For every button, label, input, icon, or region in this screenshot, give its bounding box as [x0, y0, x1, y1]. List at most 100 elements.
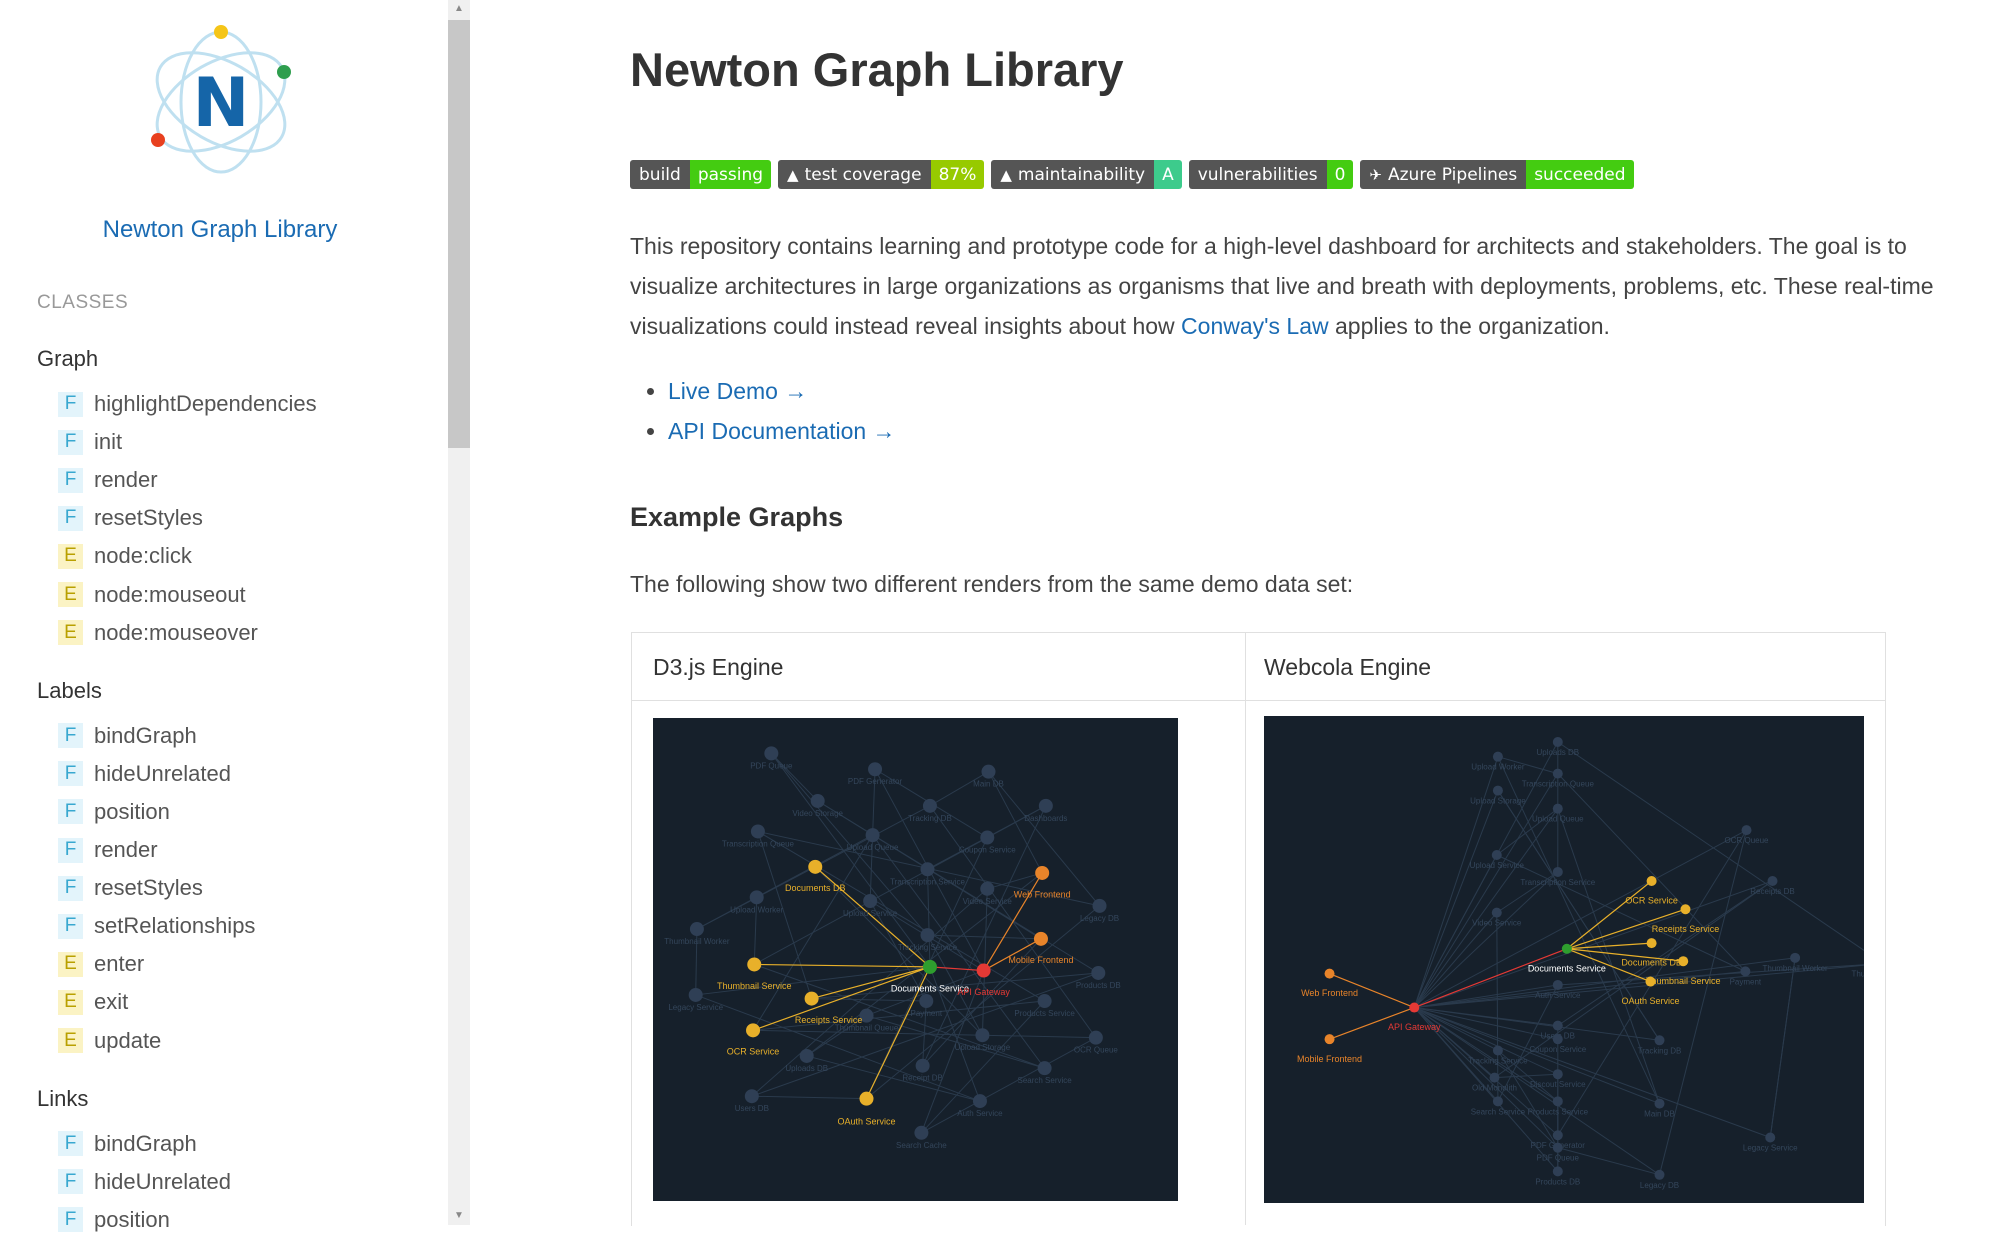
badge-label-text: build — [639, 164, 681, 185]
highlight-node-label: Thumbnail Service — [717, 981, 792, 991]
nav-group-links[interactable]: Links — [37, 1086, 88, 1112]
list-item: Live Demo → — [668, 371, 896, 411]
nav-item-bindgraph[interactable]: FbindGraph — [58, 1129, 197, 1159]
dim-node — [1492, 751, 1503, 762]
dim-node-label: Upload Worker — [1471, 763, 1525, 772]
highlight-node — [1033, 931, 1048, 946]
nav-item-label: bindGraph — [94, 722, 197, 748]
nav-item-label: exit — [94, 989, 129, 1015]
badge-row: build passing ▲ test coverage 87% ▲ maintainab… — [630, 160, 1641, 189]
nav-item-bindgraph[interactable]: FbindGraph — [58, 721, 197, 751]
nav-item-node-click[interactable]: Enode:click — [58, 541, 192, 571]
dim-node — [1552, 1096, 1563, 1107]
dim-node-label: Thumbnail Worker — [1762, 964, 1828, 973]
codeclimate-icon: ▲ — [1000, 165, 1012, 184]
dim-node — [1767, 875, 1778, 886]
dim-node — [810, 793, 825, 808]
dim-node — [920, 928, 935, 943]
badge-maintainability[interactable]: ▲ maintainability A — [991, 160, 1182, 189]
dim-node-label: Tracking DB — [1638, 1046, 1682, 1055]
dim-node-label: Products Service — [1528, 1107, 1589, 1116]
dim-node-label: Dashboards — [1024, 814, 1067, 823]
sidebar: N Newton Graph Library CLASSES Graph Fhig… — [0, 0, 448, 1233]
dim-node — [1489, 1072, 1500, 1083]
nav-item-position[interactable]: Fposition — [58, 1205, 170, 1235]
nav-item-init[interactable]: Finit — [58, 427, 122, 457]
highlight-node — [746, 1023, 761, 1038]
nav-item-label: bindGraph — [94, 1130, 197, 1156]
dim-node-label: Upload Queue — [847, 843, 899, 852]
nav-item-hideunrelated[interactable]: FhideUnrelated — [58, 1167, 231, 1197]
function-kind-icon: F — [58, 1207, 83, 1233]
nav-item-label: hideUnrelated — [94, 1168, 231, 1194]
dim-node — [1790, 952, 1801, 963]
dim-node — [1037, 994, 1052, 1009]
badge-value: 0 — [1326, 160, 1354, 189]
d3-graph-image[interactable]: PDF Queue PDF Generator Main DB Video Stora… — [653, 718, 1178, 1201]
brand-link[interactable]: Newton Graph Library — [0, 216, 440, 244]
nav-item-node-mouseover[interactable]: Enode:mouseover — [58, 618, 258, 648]
function-kind-icon: F — [58, 913, 83, 939]
function-kind-icon: F — [58, 467, 83, 493]
scroll-up-arrow-icon[interactable]: ▲ — [448, 0, 470, 18]
nav-item-resetstyles[interactable]: FresetStyles — [58, 873, 203, 903]
nav-item-position[interactable]: Fposition — [58, 797, 170, 827]
classes-section-label: CLASSES — [37, 292, 129, 313]
dim-node — [1037, 1061, 1052, 1076]
dim-node — [1654, 1098, 1665, 1109]
dim-node-label: Upload Service — [843, 909, 898, 918]
dim-node — [1552, 1142, 1563, 1153]
nav-group-labels[interactable]: Labels — [37, 678, 102, 704]
nav-item-render[interactable]: Frender — [58, 835, 158, 865]
scrollbar-thumb[interactable] — [448, 20, 470, 448]
intro-paragraph: This repository contains learning and pr… — [630, 226, 1985, 346]
dim-node-label: Discout Service — [1530, 1080, 1586, 1089]
nav-item-hideunrelated[interactable]: FhideUnrelated — [58, 759, 231, 789]
dim-node — [1552, 1020, 1563, 1031]
dim-node — [863, 894, 878, 908]
webcola-graph-image[interactable]: Upload Worker Uploads DB Transcription Que… — [1264, 716, 1864, 1203]
highlight-node — [808, 859, 823, 874]
badge-vulnerabilities[interactable]: vulnerabilities 0 — [1188, 160, 1354, 189]
dim-node-label: Thumbnail Queue — [835, 1024, 899, 1033]
nav-item-node-mouseout[interactable]: Enode:mouseout — [58, 580, 246, 610]
highlight-node-label: OCR Service — [1625, 896, 1678, 906]
nav-item-enter[interactable]: Eenter — [58, 949, 144, 979]
badge-build[interactable]: build passing — [630, 160, 772, 189]
dim-node-label: Payment — [1730, 977, 1762, 986]
scroll-down-arrow-icon[interactable]: ▼ — [448, 1207, 470, 1225]
dim-node — [1552, 1130, 1563, 1141]
dim-node-label: Old Monolith — [1472, 1084, 1517, 1093]
dim-node-label: OCR Queue — [1074, 1046, 1119, 1055]
dim-node-label: Users DB — [735, 1104, 769, 1113]
highlight-node-label: OAuth Service — [837, 1116, 895, 1126]
highlight-edge — [929, 966, 984, 972]
nav-item-highlightdependencies[interactable]: FhighlightDependencies — [58, 389, 317, 419]
nav-item-render[interactable]: Frender — [58, 465, 158, 495]
live-demo-link[interactable]: Live Demo → — [668, 378, 807, 404]
dim-edge — [751, 1095, 867, 1100]
page-title: Newton Graph Library — [630, 43, 1124, 96]
dim-edge — [929, 771, 989, 807]
badge-test-coverage[interactable]: ▲ test coverage 87% — [778, 160, 985, 189]
highlight-node — [922, 959, 937, 974]
dim-node — [980, 881, 995, 896]
conways-law-link[interactable]: Conway's Law — [1181, 313, 1329, 339]
nav-item-setrelationships[interactable]: FsetRelationships — [58, 911, 255, 941]
dim-node-label: Payment — [910, 1009, 942, 1018]
badge-azure-pipelines[interactable]: ✈ Azure Pipelines succeeded — [1360, 160, 1634, 189]
highlight-node-label: API Gateway — [957, 987, 1010, 997]
api-documentation-link[interactable]: API Documentation → — [668, 418, 896, 444]
dim-node — [1088, 1030, 1103, 1045]
newton-logo[interactable]: N — [137, 22, 305, 182]
dim-node — [1091, 965, 1106, 980]
dim-node-label: Products Service — [1014, 1009, 1075, 1018]
function-kind-icon: F — [58, 723, 83, 749]
nav-item-update[interactable]: Eupdate — [58, 1026, 161, 1056]
nav-item-resetstyles[interactable]: FresetStyles — [58, 503, 203, 533]
nav-item-label: render — [94, 837, 158, 862]
nav-group-graph[interactable]: Graph — [37, 346, 98, 372]
nav-item-exit[interactable]: Eexit — [58, 987, 128, 1017]
example-graphs-heading: Example Graphs — [630, 502, 844, 532]
event-kind-icon: E — [58, 582, 83, 607]
